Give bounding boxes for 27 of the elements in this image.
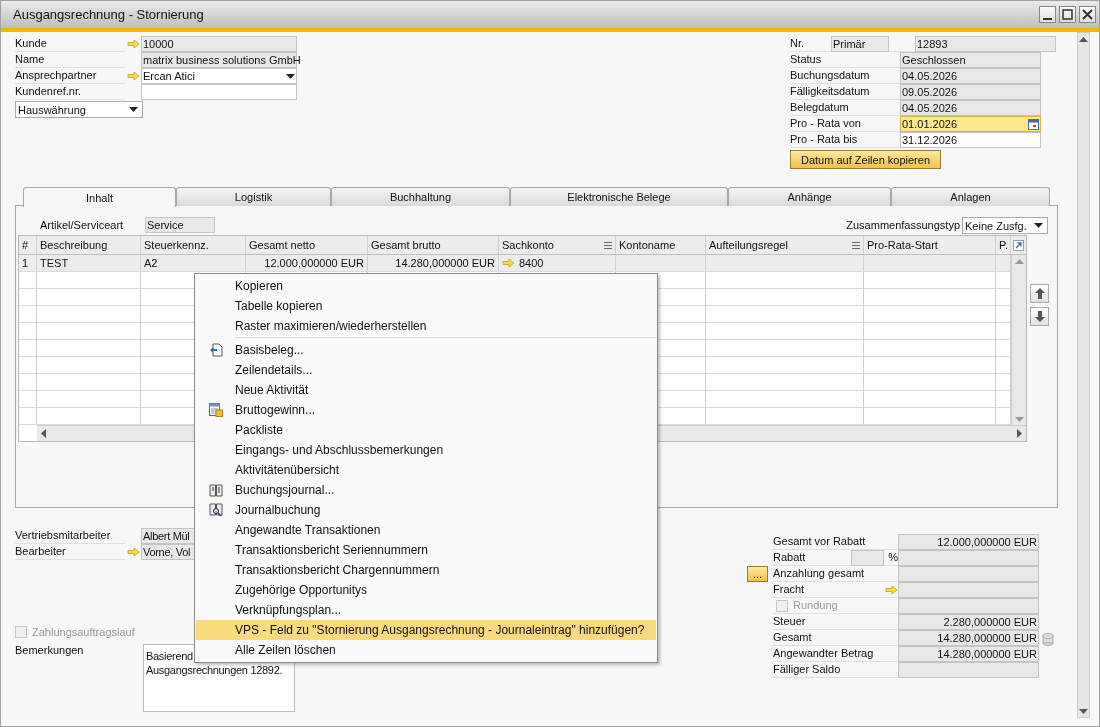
field-label: Fälliger Saldo: [773, 662, 842, 677]
field-label: Gesamt vor Rabatt: [773, 534, 867, 549]
table-cell: A2: [141, 255, 246, 271]
field-label: Artikel/Serviceart: [40, 219, 125, 231]
field-label: Kunde: [15, 36, 125, 52]
table-cell: 14.280,000000 EUR: [368, 255, 499, 271]
checkbox-label: Zahlungsauftragslauf: [32, 626, 135, 638]
field-label: Gesamt: [773, 630, 813, 645]
field-label: Name: [15, 52, 125, 68]
table-cell: TEST: [37, 255, 141, 271]
table-cell: 12.000,000000 EUR: [246, 255, 368, 271]
field-label: Rabatt: [773, 550, 807, 565]
window-title: Ausgangsrechnung - Stornierung: [13, 7, 205, 22]
field-label: Zusammenfassungstyp: [846, 219, 960, 231]
unit-label: %: [888, 550, 898, 565]
table-cell: 1: [19, 255, 37, 271]
field-label: Steuer: [773, 614, 807, 629]
checkbox-label: Rundung: [793, 598, 838, 613]
field-label: Anzahlung gesamt: [773, 566, 866, 581]
field-label: Angewandter Betrag: [773, 646, 875, 661]
table-cell: 8400: [499, 255, 616, 271]
field-label: Vertriebsmitarbeiter: [15, 528, 125, 544]
field-label: Kundenref.nr.: [15, 84, 125, 100]
field-label: Ansprechpartner: [15, 68, 125, 84]
field-label: Fracht: [773, 582, 806, 597]
field-label: Bemerkungen: [15, 644, 85, 658]
field-label: Bearbeiter: [15, 544, 125, 560]
